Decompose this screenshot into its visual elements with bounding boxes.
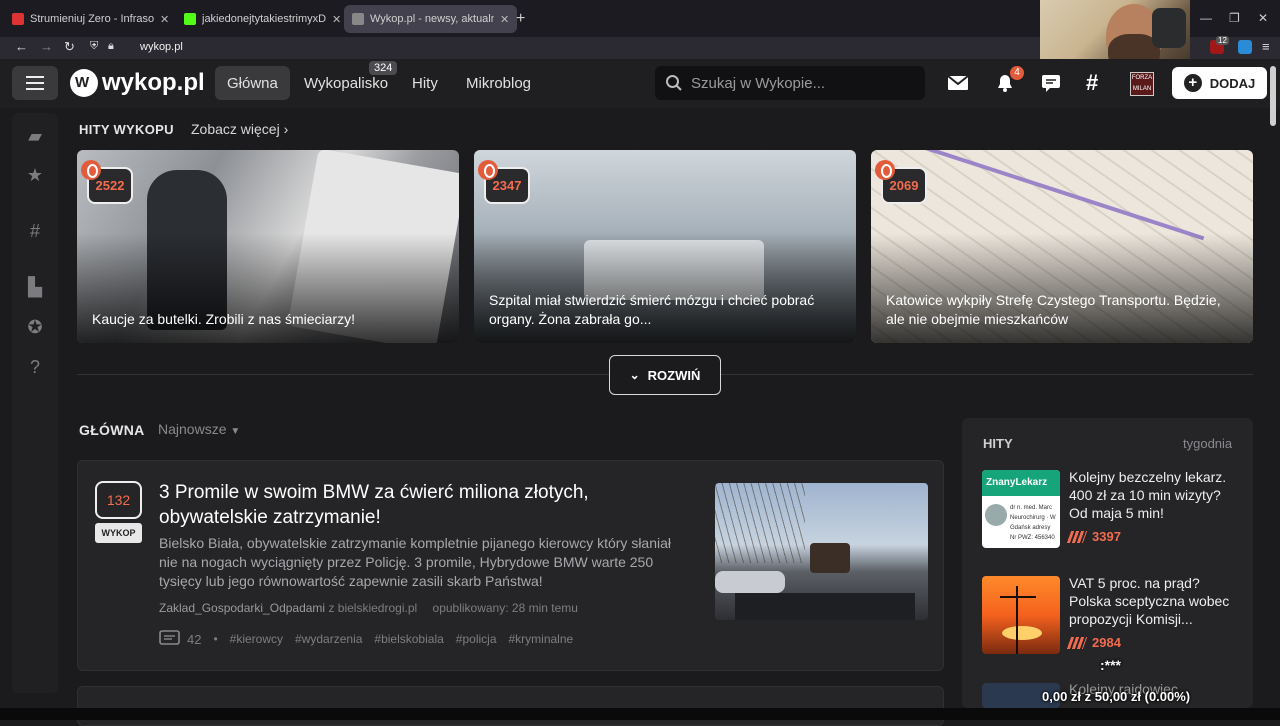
nav-hity[interactable]: Hity <box>400 66 450 100</box>
wykop-feed-icon[interactable]: ▰ <box>24 125 46 147</box>
forward-icon[interactable]: → <box>40 39 53 54</box>
plus-icon: + <box>1183 74 1202 92</box>
url-field[interactable]: wykop.pl <box>140 41 183 53</box>
stream-overlay-stars: :*** <box>1100 657 1122 673</box>
expand-button[interactable]: ⌄ ROZWIŃ <box>609 355 721 395</box>
hit-title: Katowice wykpiły Strefę Czystego Transpo… <box>886 292 1221 327</box>
hit-title: Kaucje za butelki. Zrobili z nas śmiecia… <box>92 311 355 327</box>
close-tab-icon[interactable]: ✕ <box>160 13 169 26</box>
extension-badge: 12 <box>1216 36 1229 45</box>
hit-title[interactable]: VAT 5 proc. na prąd? Polska sceptyczna w… <box>1069 574 1239 628</box>
caret-down-icon: ▼ <box>230 426 241 437</box>
chevron-down-icon: ⌄ <box>629 368 640 382</box>
hot-flame-icon <box>875 160 895 180</box>
hit-card[interactable]: 2522 Kaucje za butelki. Zrobili z nas śm… <box>77 150 459 343</box>
bottom-strip <box>0 708 1280 720</box>
user-avatar[interactable]: FORZA MILAN <box>1130 72 1154 96</box>
page-scrollbar[interactable] <box>1270 66 1276 126</box>
article-author[interactable]: Zaklad_Gospodarki_Odpadami <box>159 601 325 615</box>
search-input[interactable]: Szukaj w Wykopie... <box>655 66 925 100</box>
nav-glowna[interactable]: Główna <box>215 66 290 100</box>
left-sidebar <box>12 113 58 693</box>
search-icon <box>666 75 682 91</box>
hit-title[interactable]: Kolejny bezczelny lekarz. 400 zł za 10 m… <box>1069 468 1239 522</box>
weekly-hits-range[interactable]: tygodnia <box>1183 436 1232 451</box>
messages-icon[interactable] <box>1040 72 1062 94</box>
hit-score: 3397 <box>1066 529 1121 544</box>
hot-flame-icon <box>81 160 101 180</box>
tag-link[interactable]: #bielskobiala <box>374 632 443 646</box>
hit-thumbnail[interactable]: ZnanyLekarz dr n. med. Marc Neurochirurg… <box>982 470 1060 548</box>
wykop-favicon-icon <box>352 13 364 25</box>
help-icon[interactable]: ? <box>24 356 46 378</box>
article-description: Bielsko Biała, obywatelskie zatrzymanie … <box>159 535 672 589</box>
tab-wykop[interactable]: Wykop.pl - newsy, aktualności, g ✕ <box>344 5 518 33</box>
new-tab-icon[interactable]: + <box>516 10 525 28</box>
close-tab-icon[interactable]: ✕ <box>332 13 341 26</box>
tag-link[interactable]: #policja <box>456 632 497 646</box>
weekly-hits-title: HITY <box>983 436 1013 451</box>
wykop-logo[interactable]: wykop.pl <box>70 69 205 97</box>
comments-icon[interactable] <box>159 630 181 648</box>
menu-icon[interactable]: ≡ <box>1262 39 1270 54</box>
article-source[interactable]: z bielskiedrogi.pl <box>328 601 417 615</box>
hamburger-menu-button[interactable] <box>12 66 58 100</box>
extension-s-icon[interactable] <box>1238 40 1252 54</box>
hit-thumbnail[interactable] <box>982 576 1060 654</box>
tag-link[interactable]: #kryminalne <box>509 632 574 646</box>
hit-score: 2984 <box>1066 635 1121 650</box>
tab-strumieniuj[interactable]: Strumieniuj Zero - Infrasound 2 ✕ <box>4 5 177 33</box>
hashtag-icon[interactable]: # <box>24 220 46 242</box>
wykop-score-icon <box>1066 530 1088 543</box>
shield-icon[interactable]: ⛨ <box>90 40 98 53</box>
kick-favicon-icon <box>184 13 196 25</box>
tab-kick[interactable]: jakiedonejtytakiestrimyxD Strea ✕ <box>176 5 349 33</box>
hashtag-icon[interactable]: # <box>1086 70 1098 96</box>
mail-icon[interactable] <box>947 72 969 94</box>
hit-card[interactable]: 2347 Szpital miał stwierdzić śmierć mózg… <box>474 150 856 343</box>
ranking-icon[interactable]: ▙ <box>24 276 46 298</box>
main-section-title: GŁÓWNA <box>79 422 145 438</box>
wykop-button[interactable]: WYKOP <box>95 523 142 543</box>
hits-section-title: HITY WYKOPU <box>79 122 174 137</box>
minimize-icon[interactable]: — <box>1200 11 1212 25</box>
article-tags: 42 • #kierowcy #wydarzenia #bielskobiala… <box>159 630 573 648</box>
hit-title: Szpital miał stwierdzić śmierć mózgu i c… <box>489 292 815 327</box>
youtube-favicon-icon <box>12 13 24 25</box>
see-more-link[interactable]: Zobacz więcej › <box>191 121 288 137</box>
article-thumbnail[interactable] <box>715 483 928 620</box>
article-card <box>77 686 944 726</box>
wykopalisko-count-badge: 324 <box>369 61 398 75</box>
nav-mikroblog[interactable]: Mikroblog <box>454 66 543 100</box>
close-tab-icon[interactable]: ✕ <box>500 13 509 26</box>
comments-count[interactable]: 42 <box>187 632 201 647</box>
tag-link[interactable]: #kierowcy <box>230 632 283 646</box>
badge-icon[interactable]: ✪ <box>24 316 46 338</box>
article-vote-count[interactable]: 132 <box>95 481 142 519</box>
add-button[interactable]: + DODAJ <box>1172 67 1267 99</box>
reload-icon[interactable]: ↻ <box>64 39 75 55</box>
maximize-icon[interactable]: ❐ <box>1229 11 1240 25</box>
back-icon[interactable]: ← <box>15 39 28 54</box>
notification-count-badge: 4 <box>1010 66 1024 80</box>
wykop-score-icon <box>1066 636 1088 649</box>
article-meta: Zaklad_Gospodarki_Odpadami z bielskiedro… <box>159 601 578 615</box>
tag-link[interactable]: #wydarzenia <box>295 632 362 646</box>
hot-flame-icon <box>478 160 498 180</box>
close-window-icon[interactable]: ✕ <box>1258 11 1268 25</box>
sort-dropdown[interactable]: Najnowsze ▼ <box>158 421 240 437</box>
lock-icon[interactable]: 🔒︎ <box>108 40 114 53</box>
article-published: opublikowany: 28 min temu <box>432 601 578 615</box>
star-icon[interactable]: ★ <box>24 164 46 186</box>
hit-card[interactable]: 2069 Katowice wykpiły Strefę Czystego Tr… <box>871 150 1253 343</box>
wykop-logo-icon <box>70 69 98 97</box>
article-title[interactable]: 3 Promile w swoim BMW za ćwierć miliona … <box>159 480 679 530</box>
donation-goal-text: 0,00 zł z 50,00 zł (0.00%) <box>1042 689 1191 704</box>
